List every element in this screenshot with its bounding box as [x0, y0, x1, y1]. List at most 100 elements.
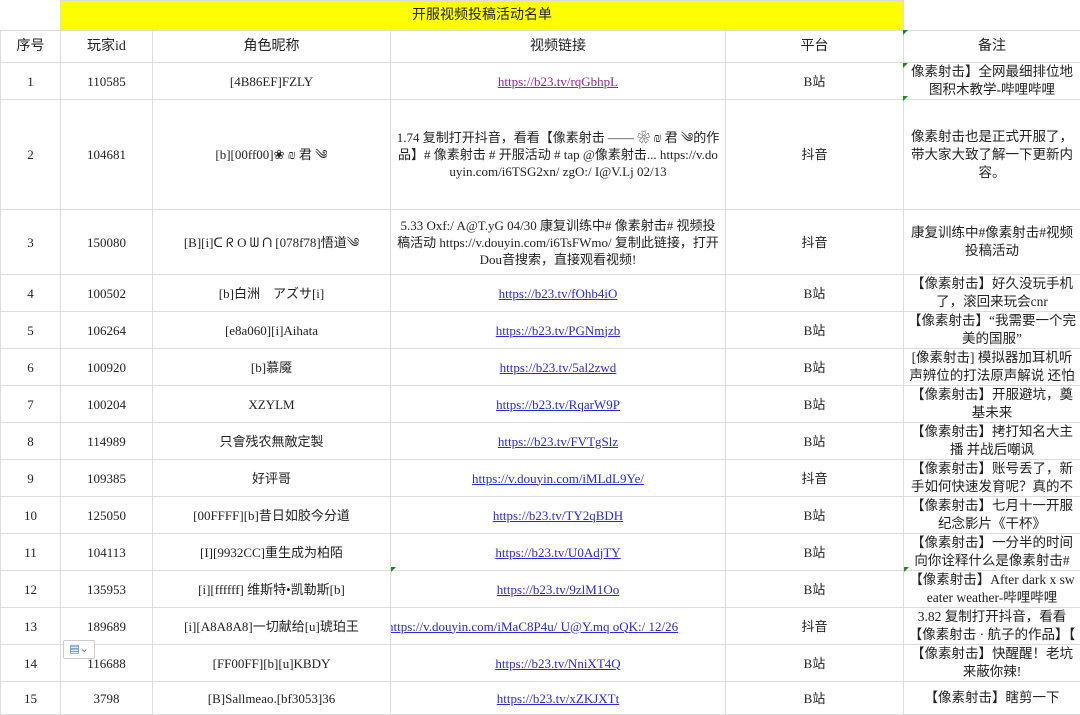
header-video-link[interactable]: 视频链接 — [391, 31, 726, 63]
header-platform[interactable]: 平台 — [726, 31, 904, 63]
nickname-cell[interactable]: [i][ffffff] 维斯特•凯勒斯[b] — [153, 571, 391, 608]
player-id-cell[interactable]: 100204 — [61, 386, 153, 423]
nickname-cell[interactable]: [i][A8A8A8]一切献给[u]琥珀王 — [153, 608, 391, 645]
row-number-cell[interactable]: 3 — [1, 210, 61, 275]
video-link-cell[interactable]: https://b23.tv/xZKJXTt — [391, 682, 726, 715]
video-link-cell[interactable]: https://b23.tv/NniXT4Q — [391, 645, 726, 682]
platform-cell[interactable]: 抖音 — [726, 100, 904, 210]
row-number-cell[interactable]: 12 — [1, 571, 61, 608]
paste-options-button[interactable]: ▤⌄ — [63, 640, 95, 659]
platform-cell[interactable]: B站 — [726, 63, 904, 100]
row-number-cell[interactable]: 1 — [1, 63, 61, 100]
note-cell[interactable]: 【像素射击】After dark x sweater weather-哔哩哔哩 — [904, 571, 1080, 608]
nickname-cell[interactable]: [I][9932CC]重生成为柏陌 — [153, 534, 391, 571]
nickname-cell[interactable]: [b][00ff00]❀ ₪ 君 ༄ — [153, 100, 391, 210]
platform-cell[interactable]: B站 — [726, 534, 904, 571]
platform-cell[interactable]: 抖音 — [726, 460, 904, 497]
platform-cell[interactable]: B站 — [726, 645, 904, 682]
platform-cell[interactable]: B站 — [726, 682, 904, 715]
player-id-cell[interactable]: 189689 — [61, 608, 153, 645]
video-link[interactable]: https://v.douyin.com/iMLdL9Ye/ — [472, 471, 644, 486]
note-cell[interactable]: 【像素射击】瞎剪一下 — [904, 682, 1080, 715]
nickname-cell[interactable]: [4B86EF]FZLY — [153, 63, 391, 100]
platform-cell[interactable]: B站 — [726, 275, 904, 312]
nickname-cell[interactable]: [b]慕魇 — [153, 349, 391, 386]
video-link[interactable]: https://b23.tv/fOhb4iO — [499, 286, 618, 301]
video-link-cell[interactable]: https://b23.tv/5al2zwd — [391, 349, 726, 386]
sheet-title[interactable]: 开服视频投稿活动名单 — [61, 1, 904, 31]
note-cell[interactable]: 像素射击也是正式开服了，带大家大致了解一下更新内容。 — [904, 100, 1080, 210]
platform-cell[interactable]: 抖音 — [726, 608, 904, 645]
header-no[interactable]: 序号 — [1, 31, 61, 63]
video-link[interactable]: https://b23.tv/xZKJXTt — [497, 691, 619, 706]
video-link[interactable]: https://b23.tv/rqGbhpL — [498, 74, 618, 89]
player-id-cell[interactable]: 100502 — [61, 275, 153, 312]
video-link[interactable]: https://v.douyin.com/iMaC8P4u/ U@Y.mq oQ… — [391, 619, 679, 634]
note-cell[interactable]: [像素射击] 模拟器加耳机听声辨位的打法原声解说 还怕 — [904, 349, 1080, 386]
note-cell[interactable]: 像素射击】全网最细排位地图积木教学-哔哩哔哩 — [904, 63, 1080, 100]
platform-cell[interactable]: B站 — [726, 497, 904, 534]
nickname-cell[interactable]: [00FFFF][b]昔日如胶今分道 — [153, 497, 391, 534]
nickname-cell[interactable]: XZYLM — [153, 386, 391, 423]
player-id-cell[interactable]: 110585 — [61, 63, 153, 100]
note-cell[interactable]: 【像素射击】七月十一开服纪念影片《干杯》 — [904, 497, 1080, 534]
player-id-cell[interactable]: 3798 — [61, 682, 153, 715]
player-id-cell[interactable]: 150080 — [61, 210, 153, 275]
nickname-cell[interactable]: [FF00FF][b][u]KBDY — [153, 645, 391, 682]
note-cell[interactable]: 【像素射击】开服避坑，奠基未来 — [904, 386, 1080, 423]
nickname-cell[interactable]: [B][i]ᑕ ᖇ O ᗯ ᑎ [078f78]悟道༄ — [153, 210, 391, 275]
platform-cell[interactable]: B站 — [726, 386, 904, 423]
video-link[interactable]: https://b23.tv/PGNmjzb — [496, 323, 621, 338]
platform-cell[interactable]: 抖音 — [726, 210, 904, 275]
row-number-cell[interactable]: 13 — [1, 608, 61, 645]
video-link-cell[interactable]: https://b23.tv/fOhb4iO — [391, 275, 726, 312]
video-link[interactable]: https://b23.tv/9zlM1Oo — [497, 582, 619, 597]
note-cell[interactable]: 【像素射击】拷打知名大主播 并战后嘲讽 — [904, 423, 1080, 460]
row-number-cell[interactable]: 9 — [1, 460, 61, 497]
note-cell[interactable]: 【像素射击】“我需要一个完美的国服” — [904, 312, 1080, 349]
player-id-cell[interactable]: 106264 — [61, 312, 153, 349]
row-number-cell[interactable]: 6 — [1, 349, 61, 386]
player-id-cell[interactable]: 109385 — [61, 460, 153, 497]
nickname-cell[interactable]: [b]白洲 アズサ[i] — [153, 275, 391, 312]
platform-cell[interactable]: B站 — [726, 571, 904, 608]
note-cell[interactable]: 【像素射击】好久没玩手机了，滚回来玩会cnr — [904, 275, 1080, 312]
video-link-cell[interactable]: https://b23.tv/9zlM1Oo — [391, 571, 726, 608]
video-link-cell[interactable]: https://b23.tv/U0AdjTY — [391, 534, 726, 571]
video-link[interactable]: https://b23.tv/NniXT4Q — [495, 656, 620, 671]
blank-cell[interactable] — [1, 1, 61, 31]
player-id-cell[interactable]: 100920 — [61, 349, 153, 386]
video-link-cell[interactable]: https://b23.tv/PGNmjzb — [391, 312, 726, 349]
video-link-cell[interactable]: 1.74 复制打开抖音，看看【像素射击 —— ❀ ₪ 君 ༄的作品】# 像素射击… — [391, 100, 726, 210]
header-player-id[interactable]: 玩家id — [61, 31, 153, 63]
nickname-cell[interactable]: 好评哥 — [153, 460, 391, 497]
row-number-cell[interactable]: 10 — [1, 497, 61, 534]
blank-cell[interactable] — [904, 1, 1080, 31]
row-number-cell[interactable]: 14 — [1, 645, 61, 682]
player-id-cell[interactable]: 104113 — [61, 534, 153, 571]
video-link[interactable]: https://b23.tv/TY2qBDH — [493, 508, 623, 523]
header-note[interactable]: 备注 — [904, 31, 1080, 63]
note-cell[interactable]: 【像素射击】账号丢了，新手如何快速发育呢？真的不 — [904, 460, 1080, 497]
note-cell[interactable]: 3.82 复制打开抖音，看看【像素射击 · 航子的作品】【 — [904, 608, 1080, 645]
video-link-cell[interactable]: https://b23.tv/RqarW9P — [391, 386, 726, 423]
video-link-cell[interactable]: 5.33 Oxf:/ A@T.yG 04/30 康复训练中# 像素射击# 视频投… — [391, 210, 726, 275]
row-number-cell[interactable]: 5 — [1, 312, 61, 349]
video-link-cell[interactable]: https://v.douyin.com/iMaC8P4u/ U@Y.mq oQ… — [391, 608, 726, 645]
row-number-cell[interactable]: 4 — [1, 275, 61, 312]
row-number-cell[interactable]: 11 — [1, 534, 61, 571]
note-cell[interactable]: 【像素射击】快醒醒！老坑来蔽你辣! — [904, 645, 1080, 682]
nickname-cell[interactable]: 只會残农無敵定製 — [153, 423, 391, 460]
video-link-cell[interactable]: https://b23.tv/rqGbhpL — [391, 63, 726, 100]
nickname-cell[interactable]: [B]Sallmeao.[bf3053]36 — [153, 682, 391, 715]
player-id-cell[interactable]: 104681 — [61, 100, 153, 210]
row-number-cell[interactable]: 7 — [1, 386, 61, 423]
video-link[interactable]: https://b23.tv/FVTgSlz — [498, 434, 618, 449]
video-link[interactable]: https://b23.tv/5al2zwd — [500, 360, 617, 375]
row-number-cell[interactable]: 2 — [1, 100, 61, 210]
video-link[interactable]: https://b23.tv/U0AdjTY — [495, 545, 620, 560]
video-link[interactable]: https://b23.tv/RqarW9P — [496, 397, 620, 412]
video-link-cell[interactable]: https://b23.tv/FVTgSlz — [391, 423, 726, 460]
note-cell[interactable]: 【像素射击】一分半的时间向你诠释什么是像素射击# — [904, 534, 1080, 571]
platform-cell[interactable]: B站 — [726, 423, 904, 460]
